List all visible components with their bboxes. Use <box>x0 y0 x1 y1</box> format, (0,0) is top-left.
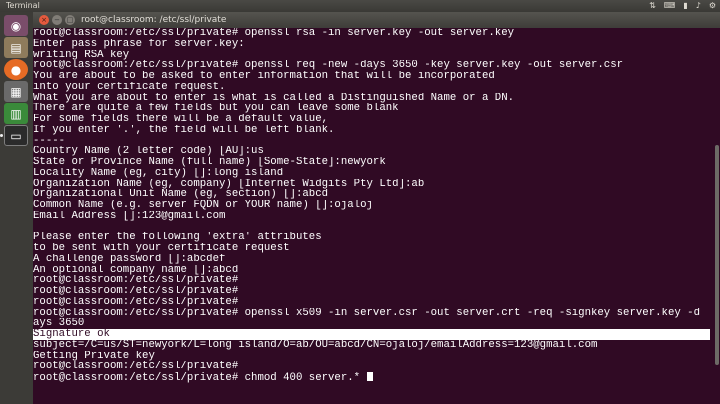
top-panel: Terminal ⇅ ⌨ ▮ ♪ ⚙ <box>0 0 720 12</box>
terminal-line: Organizational Unit Name (eg, section) [… <box>33 189 329 200</box>
terminal-line: State or Province Name (full name) [Some… <box>33 157 386 168</box>
minimize-button[interactable]: − <box>52 15 62 25</box>
terminal-line: writing RSA key <box>33 49 130 61</box>
terminal-line: root@classroom:/etc/ssl/private# <box>33 361 239 372</box>
dash-icon[interactable]: ◉ <box>4 15 28 36</box>
active-app-name: Terminal <box>6 1 40 10</box>
window-titlebar[interactable]: × − □ root@classroom: /etc/ssl/private <box>33 12 720 28</box>
terminal-line: ays 3650 <box>33 318 85 329</box>
terminal-line: into your certificate request. <box>33 81 226 93</box>
terminal-line: You are about to be asked to enter infor… <box>33 71 495 82</box>
terminal-line: to be sent with your certificate request <box>33 243 290 254</box>
terminal-line: root@classroom:/etc/ssl/private# chmod 4… <box>33 372 710 383</box>
terminal-line: root@classroom:/etc/ssl/private# openssl… <box>33 60 624 71</box>
terminal-line: What you are about to enter is what is c… <box>33 92 515 104</box>
settings-icon[interactable]: ⚙ <box>709 0 716 12</box>
terminal-line: ----- <box>33 135 66 147</box>
firefox-icon[interactable]: ● <box>4 59 28 80</box>
terminal-line: Enter pass phrase for server.key: <box>33 38 245 50</box>
battery-icon[interactable]: ▮ <box>683 0 687 12</box>
terminal-line: root@classroom:/etc/ssl/private# <box>33 296 239 308</box>
terminal-cursor <box>366 372 373 381</box>
terminal-line: A challenge password []:abcdef <box>33 253 226 265</box>
terminal-line: Organization Name (eg, company) [Interne… <box>33 178 425 190</box>
indicator-area: ⇅ ⌨ ▮ ♪ ⚙ <box>649 0 716 12</box>
terminal-line: Getting Private key <box>33 350 155 362</box>
terminal-icon[interactable]: ▭ <box>4 125 28 146</box>
window-title: root@classroom: /etc/ssl/private <box>81 15 227 25</box>
volume-icon[interactable]: ♪ <box>696 0 701 12</box>
terminal-line: Signature ok <box>33 329 710 340</box>
running-indicator <box>0 134 3 137</box>
keyboard-icon[interactable]: ⌨ <box>664 0 676 12</box>
terminal-line: Email Address []:123@gmail.com <box>33 210 226 222</box>
close-button[interactable]: × <box>39 15 49 25</box>
terminal-line: If you enter '.', the field will be left… <box>33 124 335 136</box>
maximize-button[interactable]: □ <box>65 15 75 25</box>
terminal-line: There are quite a few fields but you can… <box>33 103 399 114</box>
scrollbar[interactable] <box>715 145 719 365</box>
network-icon[interactable]: ⇅ <box>649 0 656 12</box>
terminal-line: Common Name (e.g. server FQDN or YOUR na… <box>33 200 373 211</box>
office-icon[interactable]: ▦ <box>4 81 28 102</box>
terminal-line: Please enter the following 'extra' attri… <box>33 232 322 243</box>
terminal-view[interactable]: root@classroom:/etc/ssl/private# openssl… <box>33 28 720 404</box>
terminal-line: Locality Name (eg, city) []:long island <box>33 167 284 179</box>
launcher: ◉ ▤ ● ▦ ▥ ▭ <box>0 12 34 404</box>
terminal-line: For some fields there will be a default … <box>33 114 329 125</box>
terminal-line: Country Name (2 letter code) [AU]:us <box>33 146 264 157</box>
terminal-line: An optional company name []:abcd <box>33 264 239 276</box>
files-icon[interactable]: ▤ <box>4 37 28 58</box>
terminal-line: root@classroom:/etc/ssl/private# openssl… <box>33 28 515 39</box>
terminal-line: root@classroom:/etc/ssl/private# <box>33 275 239 286</box>
terminal-line: root@classroom:/etc/ssl/private# <box>33 286 239 297</box>
terminal-line: subject=/C=us/ST=newyork/L=long island/O… <box>33 339 598 351</box>
calc-icon[interactable]: ▥ <box>4 103 28 124</box>
terminal-output[interactable]: root@classroom:/etc/ssl/private# openssl… <box>33 28 710 383</box>
terminal-line: root@classroom:/etc/ssl/private# openssl… <box>33 307 701 319</box>
